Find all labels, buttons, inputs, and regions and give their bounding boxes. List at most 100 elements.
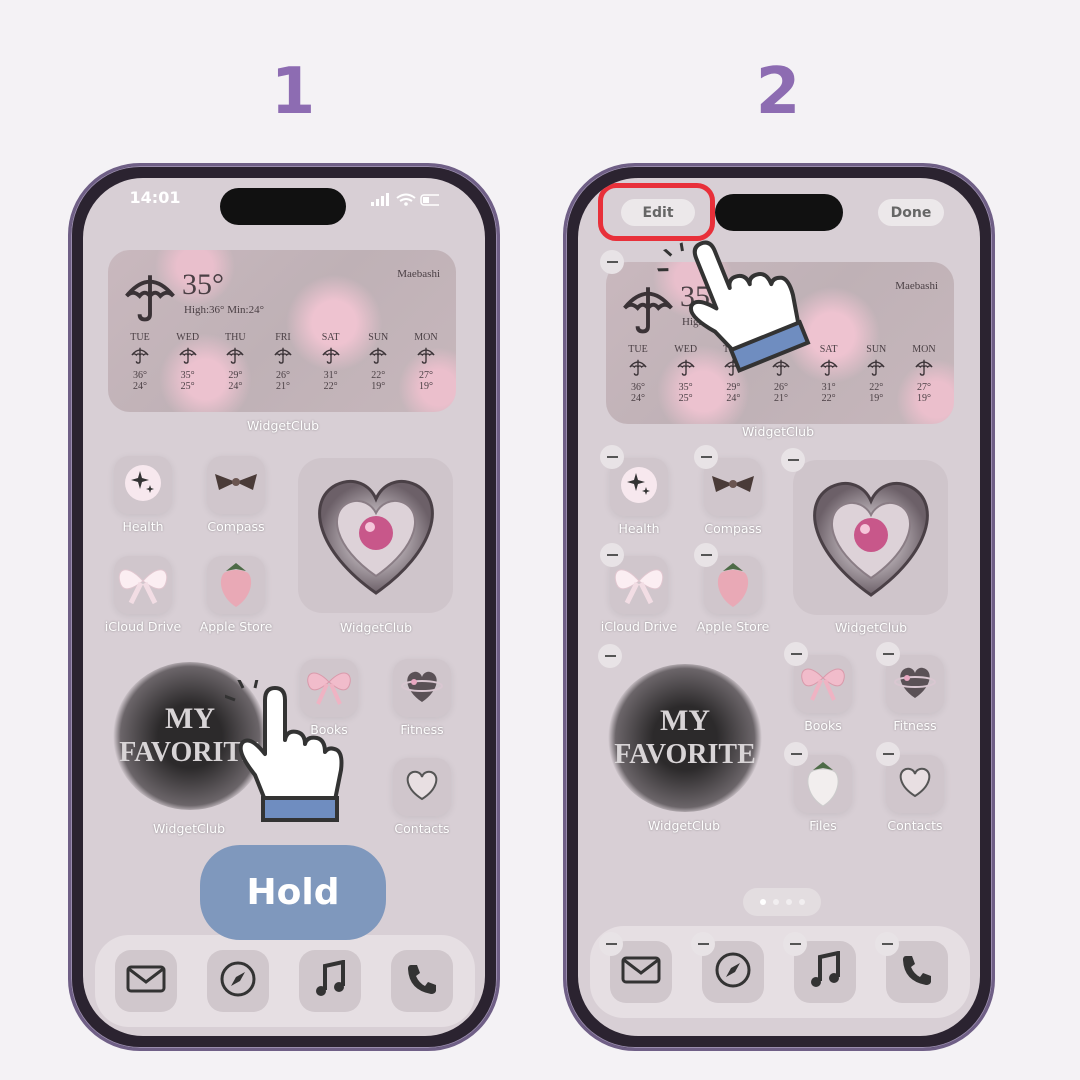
app-label: iCloud Drive — [600, 619, 678, 634]
app-label: Files — [809, 818, 837, 833]
forecast-low: 21° — [773, 393, 788, 404]
dynamic-island — [220, 188, 346, 225]
weather-widget[interactable]: 35°High:36° Min:24°MaebashiTUE36°24°WED3… — [108, 250, 456, 412]
forecast-day-name: MON — [912, 344, 936, 355]
heart-planet-icon — [893, 662, 937, 706]
compass-icon — [219, 960, 257, 1002]
forecast-day-name: FRI — [275, 332, 291, 343]
forecast-high: 31° — [821, 382, 836, 393]
remove-minus-button[interactable] — [600, 250, 624, 274]
remove-minus-button[interactable] — [691, 932, 715, 956]
forecast-day: SAT 31° 22° — [311, 332, 351, 392]
app-contacts[interactable] — [393, 758, 451, 816]
forecast-high: 36° — [631, 382, 645, 393]
weather-high-low: High:36° Min:24° — [184, 304, 264, 316]
remove-minus-button[interactable] — [598, 644, 622, 668]
dock-app-mail[interactable] — [115, 950, 177, 1012]
forecast-day: MON 27° 19° — [406, 332, 446, 392]
sparkle-icon — [619, 465, 659, 509]
forecast-high: 29° — [228, 370, 243, 381]
weather-city: Maebashi — [397, 268, 440, 280]
forecast-low: 24° — [631, 393, 645, 404]
app-label: Apple Store — [199, 619, 273, 634]
my-favorite-widget[interactable]: MY FAVORITE — [608, 664, 762, 812]
forecast-low: 22° — [821, 393, 836, 404]
umbrella-icon — [904, 358, 944, 379]
app-label: Contacts — [394, 821, 450, 836]
forecast-high: 27° — [418, 370, 433, 381]
done-button[interactable]: Done — [878, 199, 944, 226]
remove-minus-button[interactable] — [694, 543, 718, 567]
forecast-low: 19° — [371, 381, 386, 392]
app-icloud-drive[interactable] — [114, 556, 172, 614]
widget-label: WidgetClub — [741, 424, 815, 439]
app-compass[interactable] — [207, 456, 265, 514]
umbrella-icon — [618, 358, 658, 379]
forecast-low: 25° — [678, 393, 693, 404]
heart-compact-icon — [812, 481, 929, 597]
forecast-day: TUE 36° 24° — [618, 344, 658, 404]
app-apple-store[interactable] — [207, 556, 265, 614]
mail-icon — [621, 955, 661, 989]
dock-app-compass[interactable] — [207, 950, 269, 1012]
strawberry-icon — [713, 557, 753, 613]
forecast-high: 36° — [133, 370, 147, 381]
app-fitness[interactable] — [393, 659, 451, 717]
remove-minus-button[interactable] — [876, 642, 900, 666]
forecast-high: 26° — [275, 370, 290, 381]
music-icon — [313, 959, 347, 1002]
ribbon-icon — [213, 468, 259, 502]
umbrella-icon — [263, 346, 303, 367]
strawberry-icon — [216, 557, 256, 613]
forecast-high: 35° — [180, 370, 195, 381]
dock-app-phone[interactable] — [391, 950, 453, 1012]
favorite-text-line: MY — [660, 704, 710, 737]
step-number-1: 1 — [270, 55, 316, 129]
app-label: Compass — [704, 521, 762, 536]
remove-minus-button[interactable] — [599, 932, 623, 956]
forecast-low: 21° — [275, 381, 290, 392]
page-dot — [798, 899, 805, 905]
forecast-low: 22° — [323, 381, 338, 392]
app-label: Fitness — [400, 722, 444, 737]
page-dot — [772, 899, 779, 905]
forecast-high: 26° — [773, 382, 788, 393]
umbrella-icon — [215, 346, 255, 367]
remove-minus-button[interactable] — [875, 932, 899, 956]
weather-temp: 35° — [182, 268, 224, 301]
remove-minus-button[interactable] — [784, 642, 808, 666]
umbrella-icon — [406, 346, 446, 367]
heart-compact-widget[interactable] — [793, 460, 948, 615]
bow-icon — [115, 561, 171, 609]
remove-minus-button[interactable] — [876, 742, 900, 766]
remove-minus-button[interactable] — [783, 932, 807, 956]
forecast-low: 24° — [726, 393, 741, 404]
remove-minus-button[interactable] — [600, 543, 624, 567]
dock-app-music[interactable] — [299, 950, 361, 1012]
favorite-text-line: FAVORITE — [614, 739, 756, 770]
hold-label-button: Hold — [200, 845, 386, 940]
forecast-day-name: SAT — [321, 332, 340, 343]
umbrella-icon — [358, 346, 398, 367]
heart-planet-icon — [400, 666, 444, 710]
remove-minus-button[interactable] — [694, 445, 718, 469]
forecast-day: TUE 36° 24° — [120, 332, 160, 392]
ribbon-icon — [710, 470, 756, 504]
forecast-low: 24° — [228, 381, 243, 392]
page-dots[interactable] — [743, 888, 821, 916]
umbrella-icon — [120, 346, 160, 367]
page-dot — [759, 899, 766, 905]
remove-minus-button[interactable] — [600, 445, 624, 469]
forecast-day: SUN 22° 19° — [358, 332, 398, 392]
heart-compact-widget[interactable] — [298, 458, 453, 613]
forecast-day-name: SUN — [368, 332, 389, 343]
remove-minus-button[interactable] — [781, 448, 805, 472]
forecast-high: 35° — [678, 382, 693, 393]
page-dot — [785, 899, 792, 905]
forecast-low: 19° — [916, 393, 931, 404]
remove-minus-button[interactable] — [784, 742, 808, 766]
app-health[interactable] — [114, 456, 172, 514]
forecast-row: TUE36°24°WED35°25°THU29°24°FRI26°21°SAT3… — [120, 332, 446, 392]
phone-icon — [405, 962, 439, 1000]
pointing-hand-icon — [225, 680, 344, 822]
